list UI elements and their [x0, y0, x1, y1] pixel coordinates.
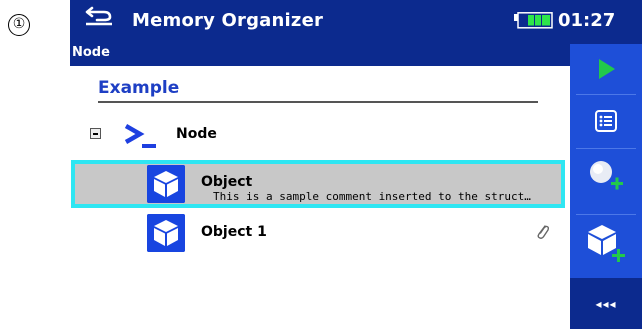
add-object-icon: [588, 225, 625, 262]
back-arrow-icon[interactable]: [84, 4, 114, 26]
breadcrumb: Node: [70, 44, 570, 66]
add-measurement-button[interactable]: [570, 150, 642, 200]
tree-node-row[interactable]: Node: [70, 116, 570, 150]
play-icon: [599, 59, 615, 79]
more-options-button[interactable]: ◂◂◂: [570, 278, 642, 329]
sidebar-divider: [576, 94, 636, 95]
tree-object-row-selected[interactable]: Object This is a sample comment inserted…: [71, 160, 565, 208]
object-name: Object 1: [201, 224, 267, 240]
device-screen: Memory Organizer 01:27 Node Example Node…: [70, 0, 642, 329]
node-label: Node: [176, 126, 217, 142]
sidebar-divider: [576, 148, 636, 149]
tree-root-label[interactable]: Example: [98, 78, 179, 98]
node-prompt-icon: [124, 124, 156, 148]
root-underline: [98, 101, 538, 103]
object-name: Object: [201, 174, 253, 190]
add-structure-object-button[interactable]: [570, 218, 642, 268]
step-marker: ①: [8, 14, 30, 36]
tree-object-row[interactable]: Object 1: [70, 210, 566, 254]
battery-icon: [514, 12, 553, 29]
object-cube-icon: [147, 165, 185, 203]
collapse-minus-icon[interactable]: [90, 128, 101, 139]
object-cube-icon: [147, 214, 185, 252]
view-results-button[interactable]: [570, 96, 642, 146]
title-bar: Memory Organizer 01:27: [70, 0, 642, 44]
action-sidebar: ◂◂◂: [570, 44, 642, 329]
page-title: Memory Organizer: [132, 10, 324, 31]
paperclip-icon: [537, 225, 550, 239]
sidebar-divider: [576, 214, 636, 215]
add-measurement-icon: [590, 161, 623, 190]
start-test-button[interactable]: [570, 44, 642, 94]
list-icon: [595, 110, 617, 132]
object-comment: This is a sample comment inserted to the…: [213, 190, 531, 203]
clock: 01:27: [558, 10, 616, 31]
